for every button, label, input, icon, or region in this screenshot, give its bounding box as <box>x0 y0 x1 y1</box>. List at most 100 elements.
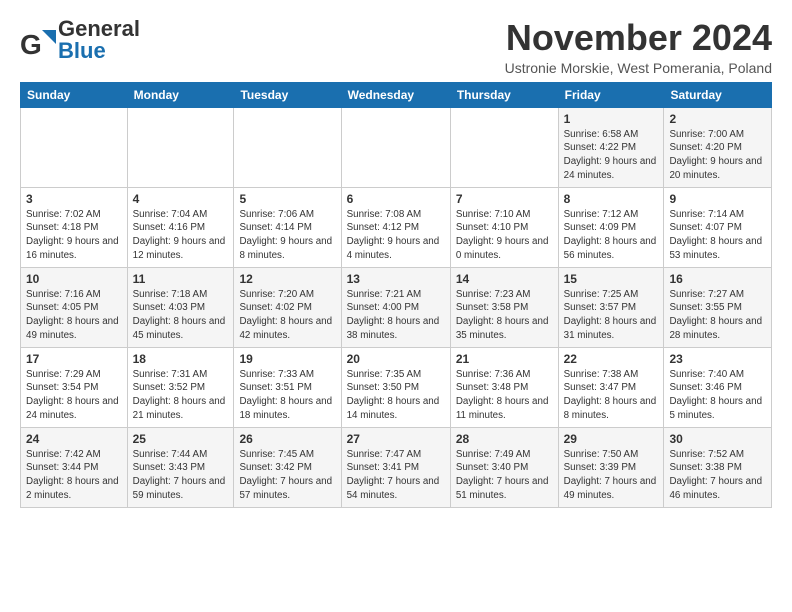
day-info: Sunrise: 7:14 AM Sunset: 4:07 PM Dayligh… <box>669 208 766 263</box>
day-cell: 19 Sunrise: 7:33 AM Sunset: 3:51 PM Dayli… <box>234 347 341 427</box>
day-info: Sunrise: 7:08 AM Sunset: 4:12 PM Dayligh… <box>347 208 445 263</box>
day-number: 20 <box>347 352 445 366</box>
day-number: 11 <box>133 272 229 286</box>
day-info: Sunrise: 7:42 AM Sunset: 3:44 PM Dayligh… <box>26 448 122 503</box>
day-number: 5 <box>239 192 335 206</box>
weekday-header-wednesday: Wednesday <box>341 82 450 107</box>
day-cell <box>21 107 128 187</box>
day-number: 1 <box>564 112 659 126</box>
day-number: 30 <box>669 432 766 446</box>
day-number: 19 <box>239 352 335 366</box>
day-info: Sunrise: 7:40 AM Sunset: 3:46 PM Dayligh… <box>669 368 766 423</box>
day-info: Sunrise: 7:49 AM Sunset: 3:40 PM Dayligh… <box>456 448 553 503</box>
day-number: 24 <box>26 432 122 446</box>
day-number: 25 <box>133 432 229 446</box>
day-info: Sunrise: 6:58 AM Sunset: 4:22 PM Dayligh… <box>564 128 659 183</box>
day-cell <box>234 107 341 187</box>
day-info: Sunrise: 7:36 AM Sunset: 3:48 PM Dayligh… <box>456 368 553 423</box>
day-cell: 6 Sunrise: 7:08 AM Sunset: 4:12 PM Daylig… <box>341 187 450 267</box>
subtitle: Ustronie Morskie, West Pomerania, Poland <box>505 60 772 76</box>
title-block: November 2024 Ustronie Morskie, West Pom… <box>505 18 772 76</box>
day-number: 18 <box>133 352 229 366</box>
week-row-2: 3Sunrise: 7:02 AM Sunset: 4:18 PM Daylig… <box>21 187 772 267</box>
day-cell <box>341 107 450 187</box>
day-info: Sunrise: 7:12 AM Sunset: 4:09 PM Dayligh… <box>564 208 659 263</box>
day-number: 4 <box>133 192 229 206</box>
day-number: 2 <box>669 112 766 126</box>
day-cell: 13 Sunrise: 7:21 AM Sunset: 4:00 PM Dayli… <box>341 267 450 347</box>
day-cell: 17Sunrise: 7:29 AM Sunset: 3:54 PM Dayli… <box>21 347 128 427</box>
week-row-5: 24 Sunrise: 7:42 AM Sunset: 3:44 PM Dayli… <box>21 427 772 507</box>
day-cell: 12 Sunrise: 7:20 AM Sunset: 4:02 PM Dayli… <box>234 267 341 347</box>
day-cell: 22Sunrise: 7:38 AM Sunset: 3:47 PM Dayli… <box>558 347 664 427</box>
day-info: Sunrise: 7:29 AM Sunset: 3:54 PM Dayligh… <box>26 368 122 423</box>
day-info: Sunrise: 7:35 AM Sunset: 3:50 PM Dayligh… <box>347 368 445 423</box>
day-cell: 1 Sunrise: 6:58 AM Sunset: 4:22 PM Daylig… <box>558 107 664 187</box>
day-number: 6 <box>347 192 445 206</box>
day-cell: 25Sunrise: 7:44 AM Sunset: 3:43 PM Dayli… <box>127 427 234 507</box>
day-info: Sunrise: 7:00 AM Sunset: 4:20 PM Dayligh… <box>669 128 766 183</box>
day-cell: 14 Sunrise: 7:23 AM Sunset: 3:58 PM Dayli… <box>450 267 558 347</box>
day-cell: 30 Sunrise: 7:52 AM Sunset: 3:38 PM Dayli… <box>664 427 772 507</box>
weekday-header-thursday: Thursday <box>450 82 558 107</box>
day-info: Sunrise: 7:23 AM Sunset: 3:58 PM Dayligh… <box>456 288 553 343</box>
day-cell: 20 Sunrise: 7:35 AM Sunset: 3:50 PM Dayli… <box>341 347 450 427</box>
day-number: 29 <box>564 432 659 446</box>
day-cell: 10Sunrise: 7:16 AM Sunset: 4:05 PM Dayli… <box>21 267 128 347</box>
day-info: Sunrise: 7:33 AM Sunset: 3:51 PM Dayligh… <box>239 368 335 423</box>
day-info: Sunrise: 7:10 AM Sunset: 4:10 PM Dayligh… <box>456 208 553 263</box>
day-cell: 27 Sunrise: 7:47 AM Sunset: 3:41 PM Dayli… <box>341 427 450 507</box>
day-cell: 9Sunrise: 7:14 AM Sunset: 4:07 PM Daylig… <box>664 187 772 267</box>
svg-text:G: G <box>20 29 42 60</box>
day-number: 12 <box>239 272 335 286</box>
day-info: Sunrise: 7:18 AM Sunset: 4:03 PM Dayligh… <box>133 288 229 343</box>
day-cell <box>127 107 234 187</box>
day-cell: 7 Sunrise: 7:10 AM Sunset: 4:10 PM Daylig… <box>450 187 558 267</box>
day-info: Sunrise: 7:20 AM Sunset: 4:02 PM Dayligh… <box>239 288 335 343</box>
weekday-header-row: SundayMondayTuesdayWednesdayThursdayFrid… <box>21 82 772 107</box>
weekday-header-monday: Monday <box>127 82 234 107</box>
day-info: Sunrise: 7:06 AM Sunset: 4:14 PM Dayligh… <box>239 208 335 263</box>
day-cell <box>450 107 558 187</box>
day-cell: 23 Sunrise: 7:40 AM Sunset: 3:46 PM Dayli… <box>664 347 772 427</box>
day-info: Sunrise: 7:50 AM Sunset: 3:39 PM Dayligh… <box>564 448 659 503</box>
day-info: Sunrise: 7:21 AM Sunset: 4:00 PM Dayligh… <box>347 288 445 343</box>
week-row-3: 10Sunrise: 7:16 AM Sunset: 4:05 PM Dayli… <box>21 267 772 347</box>
week-row-4: 17Sunrise: 7:29 AM Sunset: 3:54 PM Dayli… <box>21 347 772 427</box>
logo-blue-text: Blue <box>58 38 106 63</box>
weekday-header-saturday: Saturday <box>664 82 772 107</box>
day-number: 16 <box>669 272 766 286</box>
day-number: 22 <box>564 352 659 366</box>
day-info: Sunrise: 7:25 AM Sunset: 3:57 PM Dayligh… <box>564 288 659 343</box>
day-info: Sunrise: 7:27 AM Sunset: 3:55 PM Dayligh… <box>669 288 766 343</box>
day-cell: 29 Sunrise: 7:50 AM Sunset: 3:39 PM Dayli… <box>558 427 664 507</box>
day-cell: 26 Sunrise: 7:45 AM Sunset: 3:42 PM Dayli… <box>234 427 341 507</box>
weekday-header-friday: Friday <box>558 82 664 107</box>
day-cell: 5 Sunrise: 7:06 AM Sunset: 4:14 PM Daylig… <box>234 187 341 267</box>
day-cell: 2 Sunrise: 7:00 AM Sunset: 4:20 PM Daylig… <box>664 107 772 187</box>
day-cell: 8Sunrise: 7:12 AM Sunset: 4:09 PM Daylig… <box>558 187 664 267</box>
day-number: 10 <box>26 272 122 286</box>
day-number: 28 <box>456 432 553 446</box>
day-cell: 15 Sunrise: 7:25 AM Sunset: 3:57 PM Dayli… <box>558 267 664 347</box>
day-number: 26 <box>239 432 335 446</box>
day-number: 3 <box>26 192 122 206</box>
day-number: 27 <box>347 432 445 446</box>
day-cell: 21Sunrise: 7:36 AM Sunset: 3:48 PM Dayli… <box>450 347 558 427</box>
day-info: Sunrise: 7:31 AM Sunset: 3:52 PM Dayligh… <box>133 368 229 423</box>
day-number: 14 <box>456 272 553 286</box>
day-info: Sunrise: 7:45 AM Sunset: 3:42 PM Dayligh… <box>239 448 335 503</box>
month-title: November 2024 <box>505 18 772 58</box>
day-cell: 28 Sunrise: 7:49 AM Sunset: 3:40 PM Dayli… <box>450 427 558 507</box>
day-number: 7 <box>456 192 553 206</box>
logo-icon: G <box>20 26 56 62</box>
day-info: Sunrise: 7:52 AM Sunset: 3:38 PM Dayligh… <box>669 448 766 503</box>
day-number: 15 <box>564 272 659 286</box>
day-number: 13 <box>347 272 445 286</box>
day-info: Sunrise: 7:47 AM Sunset: 3:41 PM Dayligh… <box>347 448 445 503</box>
week-row-1: 1 Sunrise: 6:58 AM Sunset: 4:22 PM Daylig… <box>21 107 772 187</box>
day-cell: 18 Sunrise: 7:31 AM Sunset: 3:52 PM Dayli… <box>127 347 234 427</box>
day-number: 23 <box>669 352 766 366</box>
day-cell: 24 Sunrise: 7:42 AM Sunset: 3:44 PM Dayli… <box>21 427 128 507</box>
weekday-header-sunday: Sunday <box>21 82 128 107</box>
